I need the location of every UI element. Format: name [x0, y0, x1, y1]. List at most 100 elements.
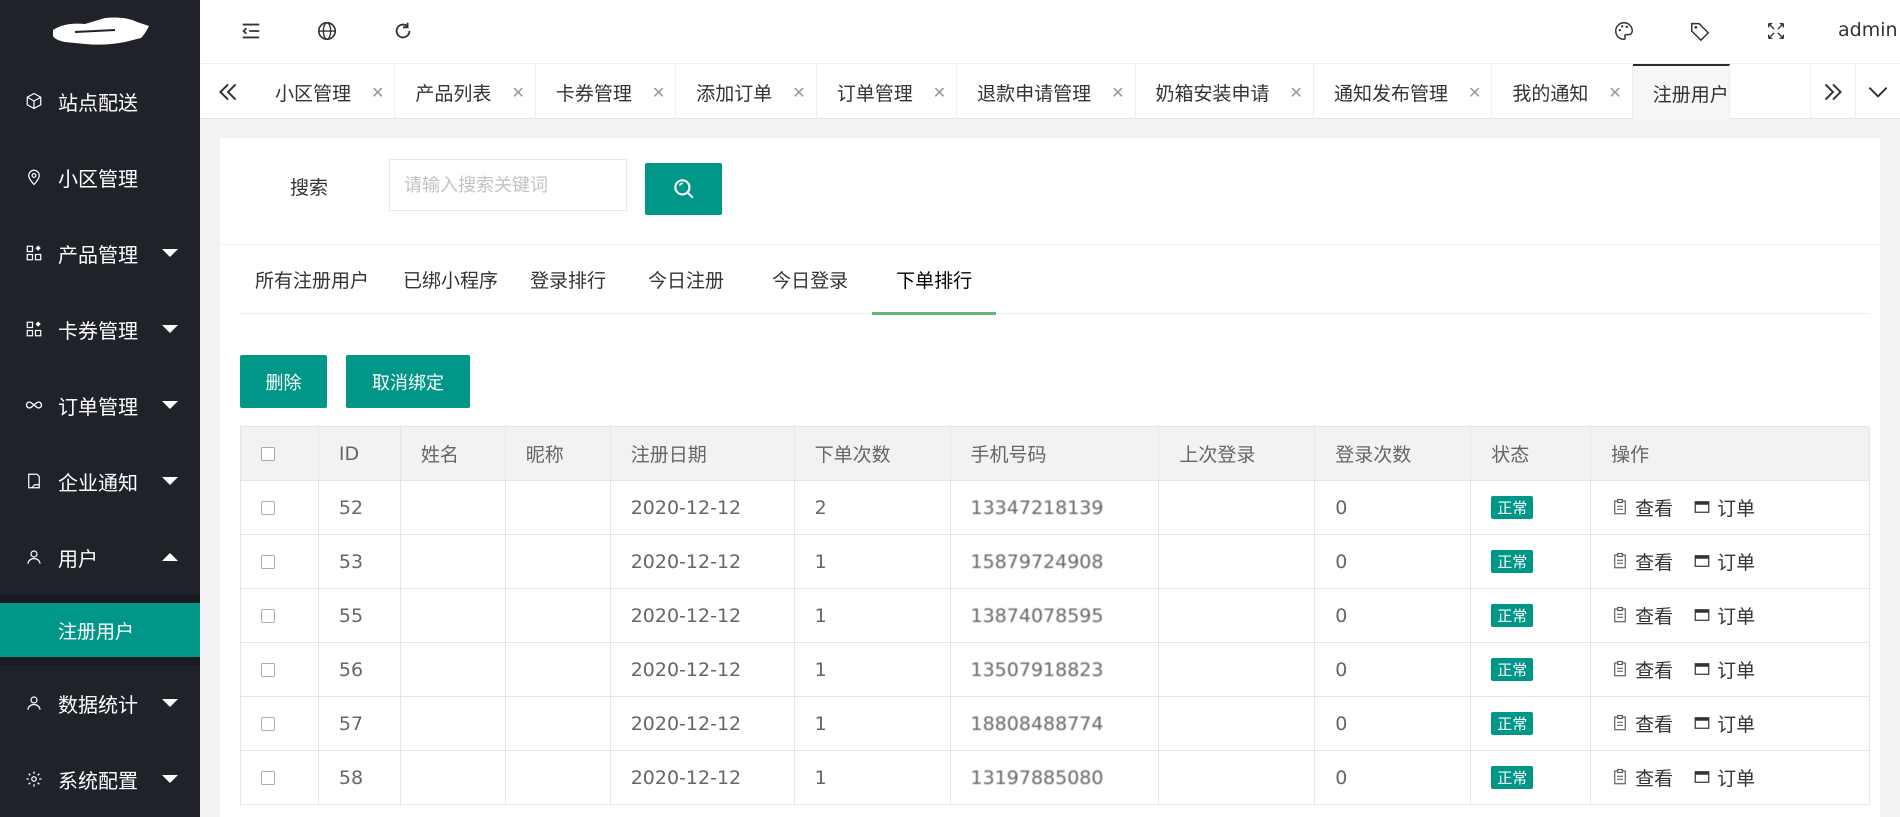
- cell-last: [1158, 588, 1316, 643]
- close-tab-icon[interactable]: ✕: [1111, 83, 1124, 102]
- cell-phone: 13874078595: [949, 588, 1160, 643]
- filter-tab[interactable]: 今日注册: [624, 245, 748, 314]
- cell-phone: 18808488774: [949, 696, 1160, 751]
- sidebar-item[interactable]: 产品管理: [0, 215, 200, 291]
- table-row: 53 2020-12-12 1 15879724908 0 正常 查看 订单: [240, 534, 1870, 589]
- sidebar-item[interactable]: 站点配送: [0, 63, 200, 139]
- cell-status: 正常: [1470, 588, 1592, 643]
- sidebar-item[interactable]: 订单管理: [0, 367, 200, 443]
- filter-tab[interactable]: 下单排行: [872, 245, 997, 315]
- apps-icon: [24, 243, 44, 263]
- table-header-row: ID 姓名 昵称 注册日期 下单次数 手机号码 上次登录 登录次数 状态 操作: [240, 426, 1870, 481]
- palette-icon[interactable]: [1612, 19, 1636, 43]
- order-button[interactable]: 订单: [1693, 548, 1755, 575]
- cell-date: 2020-12-12: [609, 480, 795, 535]
- order-button[interactable]: 订单: [1693, 656, 1755, 683]
- filter-tab[interactable]: 今日登录: [748, 245, 872, 314]
- sidebar-item[interactable]: 卡券管理: [0, 291, 200, 367]
- order-button[interactable]: 订单: [1693, 710, 1755, 737]
- page-tab-label: 退款申请管理: [977, 82, 1092, 105]
- search-button[interactable]: [645, 163, 722, 215]
- table-header-cell: 注册日期: [609, 426, 795, 481]
- close-tab-icon[interactable]: ✕: [1608, 83, 1621, 102]
- cell-last: [1158, 750, 1316, 805]
- window-icon: [1694, 717, 1710, 730]
- tabs-prev-icon[interactable]: [200, 64, 255, 120]
- status-badge: 正常: [1491, 496, 1534, 519]
- sidebar-item[interactable]: 系统配置: [0, 741, 200, 817]
- page-tab-label: 产品列表: [415, 82, 492, 105]
- fullscreen-icon[interactable]: [1764, 19, 1788, 43]
- globe-icon[interactable]: [315, 19, 339, 43]
- cell-nick: [504, 696, 611, 751]
- close-tab-icon[interactable]: ✕: [511, 83, 524, 102]
- status-badge: 正常: [1491, 550, 1534, 573]
- sidebar-subitem-registered-users[interactable]: 注册用户: [0, 603, 200, 657]
- page-tab[interactable]: 添加订单 ✕: [676, 64, 817, 120]
- order-button[interactable]: 订单: [1693, 494, 1755, 521]
- view-button[interactable]: 查看: [1611, 548, 1673, 575]
- select-all-checkbox[interactable]: [240, 426, 319, 481]
- menu-fold-icon[interactable]: [239, 19, 263, 43]
- tabs-dropdown-icon[interactable]: [1855, 64, 1900, 120]
- view-button[interactable]: 查看: [1611, 764, 1673, 791]
- row-checkbox[interactable]: [240, 480, 319, 535]
- row-checkbox[interactable]: [240, 534, 319, 589]
- table-header-cell: 状态: [1470, 426, 1592, 481]
- view-button[interactable]: 查看: [1611, 656, 1673, 683]
- caret-down-icon: [162, 401, 178, 409]
- sidebar: 站点配送 小区管理 产品管理卡券管理订单管理 企业通知 用户注册用户数据统计 系统配置: [0, 0, 200, 817]
- close-tab-icon[interactable]: ✕: [792, 83, 805, 102]
- page-tab[interactable]: 小区管理 ✕: [255, 64, 396, 120]
- sidebar-item[interactable]: 小区管理: [0, 139, 200, 215]
- row-checkbox[interactable]: [240, 750, 319, 805]
- page-tab[interactable]: 卡券管理 ✕: [536, 64, 677, 120]
- sidebar-item[interactable]: 用户: [0, 519, 200, 595]
- order-button[interactable]: 订单: [1693, 602, 1755, 629]
- page-tab-label: 订单管理: [836, 82, 913, 105]
- sidebar-item[interactable]: 企业通知: [0, 443, 200, 519]
- page-tab[interactable]: 订单管理 ✕: [817, 64, 958, 120]
- page-tab-label: 我的通知: [1512, 82, 1589, 105]
- view-button[interactable]: 查看: [1611, 710, 1673, 737]
- page-tab[interactable]: 退款申请管理 ✕: [957, 64, 1136, 120]
- order-button[interactable]: 订单: [1693, 764, 1755, 791]
- close-tab-icon[interactable]: ✕: [1468, 83, 1481, 102]
- close-tab-icon[interactable]: ✕: [371, 83, 384, 102]
- view-button[interactable]: 查看: [1611, 602, 1673, 629]
- cell-status: 正常: [1470, 696, 1592, 751]
- delete-button[interactable]: 删除: [240, 355, 327, 408]
- filter-tab[interactable]: 登录排行: [512, 245, 624, 314]
- page-tab[interactable]: 通知发布管理 ✕: [1314, 64, 1493, 120]
- tabs-next-icon[interactable]: [1810, 64, 1855, 120]
- row-checkbox[interactable]: [240, 642, 319, 697]
- tag-icon[interactable]: [1688, 19, 1712, 43]
- view-label: 查看: [1635, 605, 1674, 628]
- close-tab-icon[interactable]: ✕: [933, 83, 946, 102]
- table-row: 57 2020-12-12 1 18808488774 0 正常 查看 订单: [240, 696, 1870, 751]
- cell-id: 55: [317, 588, 401, 643]
- page-tab[interactable]: 我的通知 ✕: [1492, 64, 1633, 120]
- unbind-button[interactable]: 取消绑定: [346, 355, 470, 408]
- close-tab-icon[interactable]: ✕: [1290, 83, 1303, 102]
- cell-date: 2020-12-12: [609, 588, 795, 643]
- search-input[interactable]: [389, 159, 627, 211]
- filter-tab[interactable]: 所有注册用户: [240, 245, 389, 314]
- sidebar-item-label: 卡券管理: [58, 318, 138, 343]
- row-checkbox[interactable]: [240, 696, 319, 751]
- admin-user-menu[interactable]: admin: [1838, 19, 1898, 41]
- cell-id: 52: [317, 480, 401, 535]
- refresh-icon[interactable]: [391, 19, 415, 43]
- filter-tab[interactable]: 已绑小程序: [389, 245, 512, 314]
- view-button[interactable]: 查看: [1611, 494, 1673, 521]
- row-checkbox[interactable]: [240, 588, 319, 643]
- page-tab[interactable]: 产品列表 ✕: [395, 64, 536, 120]
- sidebar-item[interactable]: 数据统计: [0, 665, 200, 741]
- table-header-cell: 操作: [1590, 426, 1870, 481]
- status-badge: 正常: [1491, 604, 1534, 627]
- cell-phone: 13197885080: [949, 750, 1160, 805]
- close-tab-icon[interactable]: ✕: [652, 83, 665, 102]
- caret-down-icon: [162, 477, 178, 485]
- page-tab[interactable]: 奶箱安装申请 ✕: [1136, 64, 1314, 120]
- page-tab[interactable]: 注册用户: [1632, 64, 1730, 120]
